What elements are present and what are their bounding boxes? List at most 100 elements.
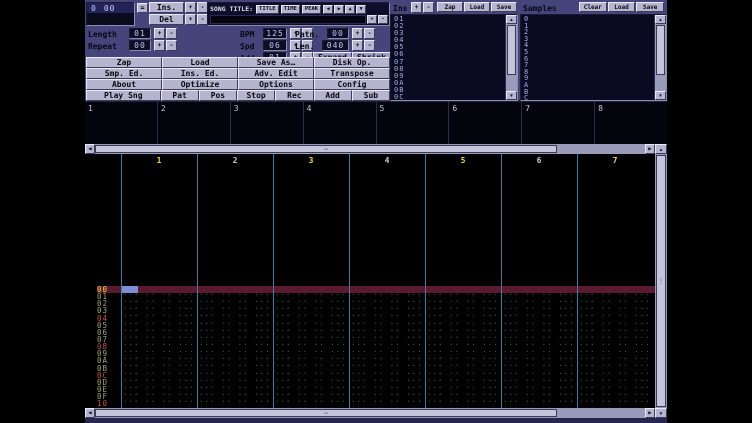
instrument-scroll-thumb[interactable] bbox=[507, 25, 516, 75]
pattern-cell[interactable]: ... .. .. ... bbox=[121, 307, 197, 314]
instrument-save-button[interactable]: Save bbox=[491, 2, 517, 12]
sample-item[interactable]: A bbox=[521, 82, 654, 89]
title-up-icon[interactable]: ▲ bbox=[345, 5, 355, 14]
pattern-row-0E[interactable]: 0E... .. .. ...... .. .. ...... .. .. ..… bbox=[85, 386, 655, 393]
menu-sub-button[interactable]: Sub bbox=[352, 90, 390, 101]
pattern-cell[interactable]: ... .. .. ... bbox=[425, 286, 501, 293]
pattern-cell[interactable]: ... .. .. ... bbox=[425, 386, 501, 393]
instrument-load-button[interactable]: Load bbox=[464, 2, 490, 12]
pattern-channel-header-1[interactable]: 1 bbox=[121, 156, 197, 165]
pattern-cell[interactable]: ... .. .. ... bbox=[349, 400, 425, 407]
sample-item[interactable]: 0 bbox=[521, 16, 654, 23]
pattern-cell[interactable]: ... .. .. ... bbox=[425, 336, 501, 343]
scroll-left-icon[interactable]: ◀ bbox=[85, 408, 95, 418]
pattern-channel-header-3[interactable]: 3 bbox=[273, 156, 349, 165]
pattern-cell[interactable]: ... .. .. ... bbox=[349, 343, 425, 350]
pattern-cell[interactable]: ... .. .. ... bbox=[501, 286, 577, 293]
pattern-cell[interactable]: ... .. .. ... bbox=[577, 393, 653, 400]
sample-item[interactable]: 6 bbox=[521, 56, 654, 63]
menu-zap-button[interactable]: Zap bbox=[86, 57, 162, 68]
sample-scroll-track[interactable] bbox=[655, 24, 666, 91]
scope-channel-1[interactable]: 1 bbox=[85, 102, 158, 144]
scroll-right-icon[interactable]: ▶ bbox=[645, 408, 655, 418]
sample-item[interactable]: 4 bbox=[521, 42, 654, 49]
pattern-cell[interactable]: ... .. .. ... bbox=[349, 307, 425, 314]
scroll-down-icon[interactable]: ▼ bbox=[655, 91, 666, 100]
title-scroll-right-icon[interactable]: ▶ bbox=[334, 5, 344, 14]
pattern-cell[interactable]: ... .. .. ... bbox=[197, 350, 273, 357]
sample-scroll-thumb[interactable] bbox=[656, 25, 665, 75]
sample-item[interactable]: 9 bbox=[521, 75, 654, 82]
pattern-cell[interactable]: ... .. .. ... bbox=[425, 307, 501, 314]
pattern-cell[interactable]: ... .. .. ... bbox=[121, 293, 197, 300]
song-title-input[interactable] bbox=[210, 15, 366, 24]
title-down-icon[interactable]: ▼ bbox=[356, 5, 366, 14]
sample-item[interactable]: C bbox=[521, 95, 654, 100]
pattern-cell[interactable]: ... .. .. ... bbox=[197, 300, 273, 307]
pattern-cell[interactable]: ... .. .. ... bbox=[349, 386, 425, 393]
pattern-cell[interactable]: ... .. .. ... bbox=[501, 336, 577, 343]
instrument-item[interactable]: 07 bbox=[391, 59, 505, 66]
pattern-cell[interactable]: ... .. .. ... bbox=[577, 343, 653, 350]
pattern-cell[interactable]: ... .. .. ... bbox=[577, 286, 653, 293]
title-minus-button[interactable]: - bbox=[378, 15, 388, 24]
pattern-cell[interactable]: ... .. .. ... bbox=[501, 343, 577, 350]
pattern-cell[interactable]: ... .. .. ... bbox=[349, 293, 425, 300]
scroll-right-icon[interactable]: ▶ bbox=[645, 144, 655, 154]
pattern-channel-header-6[interactable]: 6 bbox=[501, 156, 577, 165]
pattern-channel-header-5[interactable]: 5 bbox=[425, 156, 501, 165]
position-2-plus-button[interactable]: + bbox=[185, 14, 196, 25]
pattern-row-08[interactable]: 08... .. .. ...... .. .. ...... .. .. ..… bbox=[85, 343, 655, 350]
instrument-item[interactable]: 04 bbox=[391, 37, 505, 44]
pattern-cell[interactable]: ... .. .. ... bbox=[425, 400, 501, 407]
scroll-up-icon[interactable]: ▲ bbox=[506, 15, 517, 24]
pattern-row-09[interactable]: 09... .. .. ...... .. .. ...... .. .. ..… bbox=[85, 350, 655, 357]
instrument-item[interactable]: 05 bbox=[391, 44, 505, 51]
scroll-up-icon[interactable]: ▲ bbox=[655, 144, 667, 154]
scope-channel-7[interactable]: 7 bbox=[522, 102, 595, 144]
sample-item[interactable]: 5 bbox=[521, 49, 654, 56]
pattern-vscroll[interactable]: ▲ ⋮ ▼ bbox=[655, 144, 667, 418]
pattern-hscroll-bottom[interactable]: ◀ ⋯ ▶ bbox=[85, 408, 655, 418]
scope-channel-3[interactable]: 3 bbox=[231, 102, 304, 144]
pattern-cell[interactable]: ... .. .. ... bbox=[425, 393, 501, 400]
pattern-cell[interactable]: ... .. .. ... bbox=[197, 393, 273, 400]
instrument-scroll-track[interactable] bbox=[506, 24, 517, 91]
length-minus-button[interactable]: - bbox=[166, 28, 177, 39]
instrument-plus-button[interactable]: + bbox=[411, 2, 422, 13]
order-list-row[interactable]: 0 00 bbox=[87, 3, 134, 13]
pattern-cell[interactable]: ... .. .. ... bbox=[425, 300, 501, 307]
pattern-cell[interactable]: ... .. .. ... bbox=[197, 357, 273, 364]
pattern-cell[interactable]: ... .. .. ... bbox=[425, 357, 501, 364]
title-scroll-left-icon[interactable]: ◀ bbox=[323, 5, 333, 14]
menu-save-as-button[interactable]: Save As… bbox=[238, 57, 314, 68]
pattern-cell[interactable]: ... .. .. ... bbox=[121, 336, 197, 343]
scope-channel-6[interactable]: 6 bbox=[449, 102, 522, 144]
pattern-cell[interactable]: ... .. .. ... bbox=[197, 293, 273, 300]
sample-item[interactable]: B bbox=[521, 89, 654, 96]
pattern-length-plus-button[interactable]: + bbox=[352, 40, 363, 51]
title-tab-title-button[interactable]: TITLE bbox=[256, 5, 279, 14]
menu-rec-button[interactable]: Rec bbox=[275, 90, 313, 101]
pattern-cell[interactable]: ... .. .. ... bbox=[121, 350, 197, 357]
menu-transpose-button[interactable]: Transpose bbox=[314, 68, 390, 79]
scope-channel-8[interactable]: 8 bbox=[595, 102, 667, 144]
menu-ins-ed-button[interactable]: Ins. Ed. bbox=[162, 68, 238, 79]
scroll-down-icon[interactable]: ▼ bbox=[506, 91, 517, 100]
pattern-cell[interactable]: ... .. .. ... bbox=[121, 393, 197, 400]
pattern-row-01[interactable]: 01... .. .. ...... .. .. ...... .. .. ..… bbox=[85, 293, 655, 300]
menu-load-button[interactable]: Load bbox=[162, 57, 238, 68]
delete-position-button[interactable]: Del bbox=[149, 14, 184, 25]
menu-pat-button[interactable]: Pat bbox=[161, 90, 199, 101]
pattern-cell[interactable]: ... .. .. ... bbox=[121, 343, 197, 350]
pattern-cell[interactable]: ... .. .. ... bbox=[121, 400, 197, 407]
menu-adv-edit-button[interactable]: Adv. Edit bbox=[238, 68, 314, 79]
equals-button[interactable]: = bbox=[137, 3, 148, 13]
sample-item[interactable]: 8 bbox=[521, 69, 654, 76]
pattern-cell[interactable]: ... .. .. ... bbox=[273, 293, 349, 300]
repeat-minus-button[interactable]: - bbox=[166, 40, 177, 51]
pattern-cell[interactable]: ... .. .. ... bbox=[273, 400, 349, 407]
pattern-length-minus-button[interactable]: - bbox=[364, 40, 375, 51]
pattern-cell[interactable]: ... .. .. ... bbox=[577, 357, 653, 364]
menu-about-button[interactable]: About bbox=[86, 79, 162, 90]
